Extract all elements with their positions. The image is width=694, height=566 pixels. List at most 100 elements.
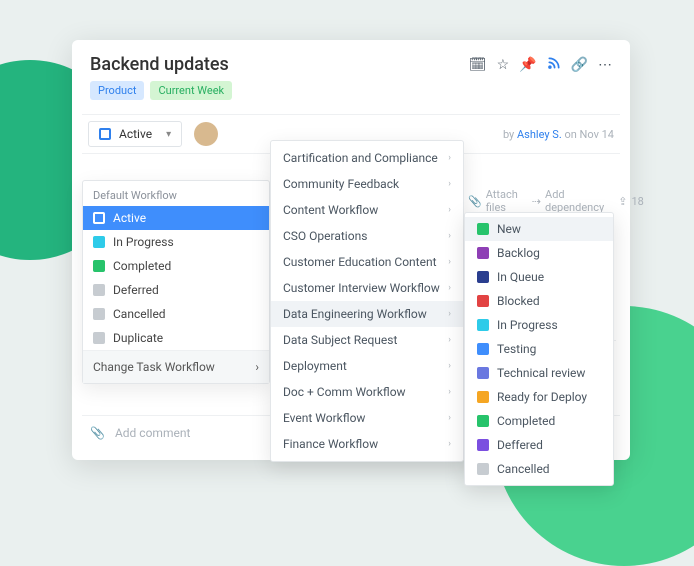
- status-menu-label: New: [497, 222, 521, 236]
- chevron-right-icon: ›: [448, 205, 451, 215]
- workflow-menu-item[interactable]: Finance Workflow ›: [271, 431, 463, 457]
- status-menu-label: Blocked: [497, 294, 540, 308]
- workflow-menu-item[interactable]: Cartification and Compliance›: [271, 145, 463, 171]
- status-swatch-icon: [477, 439, 489, 451]
- status-menu-item[interactable]: Completed: [465, 409, 613, 433]
- status-menu-item[interactable]: In Queue: [465, 265, 613, 289]
- workflow-status-item[interactable]: Completed: [83, 254, 269, 278]
- status-menu-item[interactable]: In Progress: [465, 313, 613, 337]
- chevron-right-icon: ›: [448, 439, 451, 449]
- status-swatch-icon: [93, 284, 105, 296]
- rss-icon[interactable]: [547, 56, 561, 73]
- workflow-menu-item[interactable]: Deployment ›: [271, 353, 463, 379]
- page-title: Backend updates: [90, 54, 229, 75]
- status-menu-label: Technical review: [497, 366, 585, 380]
- paperclip-icon[interactable]: 📎: [90, 426, 105, 440]
- more-icon[interactable]: ⋯: [598, 58, 612, 72]
- status-menu-item[interactable]: Deffered: [465, 433, 613, 457]
- chevron-right-icon: ›: [448, 179, 451, 189]
- comment-input[interactable]: Add comment: [115, 426, 190, 440]
- status-swatch-icon: [93, 260, 105, 272]
- chevron-right-icon: ›: [448, 153, 451, 163]
- chevron-down-icon: ▾: [166, 129, 171, 140]
- status-menu-label: Testing: [497, 342, 536, 356]
- status-swatch-icon: [93, 332, 105, 344]
- status-menu-label: Cancelled: [497, 462, 550, 476]
- workflow-menu-label: Data Subject Request: [283, 333, 397, 347]
- workflow-menu-label: Customer Interview Workflow: [283, 281, 440, 295]
- add-dependency-button[interactable]: ⇢ Add dependency: [532, 188, 604, 214]
- paperclip-icon: 📎: [468, 195, 482, 208]
- status-menu-item[interactable]: Cancelled: [465, 457, 613, 481]
- status-item-label: Active: [113, 211, 146, 225]
- workflow-status-item[interactable]: Duplicate: [83, 326, 269, 350]
- workflow-menu-label: Deployment: [283, 359, 347, 373]
- workflow-menu-item[interactable]: Doc + Comm Workflow›: [271, 379, 463, 405]
- workflow-status-panel: Default Workflow Active In Progress Comple…: [82, 180, 270, 384]
- tag-current-week[interactable]: Current Week: [150, 81, 232, 100]
- status-swatch-icon: [477, 319, 489, 331]
- workflow-menu-item[interactable]: Customer Interview Workflow›: [271, 275, 463, 301]
- workflow-menu-item[interactable]: CSO Operations›: [271, 223, 463, 249]
- workflow-menu-label: Finance Workflow: [283, 437, 378, 451]
- status-swatch-icon: [477, 367, 489, 379]
- workflow-status-item[interactable]: In Progress: [83, 230, 269, 254]
- status-swatch-icon: [477, 247, 489, 259]
- status-menu-item[interactable]: New: [465, 217, 613, 241]
- workflow-status-item[interactable]: Active: [83, 206, 269, 230]
- change-workflow-button[interactable]: Change Task Workflow ›: [83, 350, 269, 383]
- status-swatch-icon: [477, 343, 489, 355]
- share-button[interactable]: ⇪ 18: [618, 195, 644, 208]
- status-menu-label: Completed: [497, 414, 555, 428]
- status-swatch-icon: [93, 212, 105, 224]
- attach-files-button[interactable]: 📎 Attach files: [468, 188, 518, 214]
- chevron-right-icon: ›: [448, 231, 451, 241]
- dependency-label: Add dependency: [545, 188, 604, 214]
- task-tools: 📎 Attach files ⇢ Add dependency ⇪ 18: [468, 188, 616, 214]
- workflow-menu-item[interactable]: Customer Education Content›: [271, 249, 463, 275]
- star-icon[interactable]: ☆: [497, 58, 510, 72]
- workflow-menu-label: Community Feedback: [283, 177, 399, 191]
- share-icon: ⇪: [618, 195, 627, 208]
- chevron-right-icon: ›: [448, 361, 451, 371]
- calendar-icon[interactable]: 🗓: [469, 58, 487, 72]
- tag-product[interactable]: Product: [90, 81, 144, 100]
- status-menu-item[interactable]: Backlog: [465, 241, 613, 265]
- workflow-menu-item[interactable]: Data Engineering Workflow ›: [271, 301, 463, 327]
- share-count: 18: [631, 195, 643, 208]
- byline: by Ashley S. on Nov 14: [503, 128, 614, 141]
- status-menu-label: Deffered: [497, 438, 543, 452]
- status-menu-item[interactable]: Testing: [465, 337, 613, 361]
- chevron-right-icon: ›: [448, 335, 451, 345]
- chevron-right-icon: ›: [448, 387, 451, 397]
- workflow-menu-label: Data Engineering Workflow: [283, 307, 427, 321]
- chevron-right-icon: ›: [448, 413, 451, 423]
- status-item-label: Cancelled: [113, 307, 166, 321]
- byline-author[interactable]: Ashley S.: [517, 128, 562, 141]
- workflow-menu-item[interactable]: Community Feedback ›: [271, 171, 463, 197]
- workflow-menu-item[interactable]: Content Workflow›: [271, 197, 463, 223]
- status-swatch-icon: [99, 128, 111, 140]
- status-menu-item[interactable]: Blocked: [465, 289, 613, 313]
- workflow-heading: Default Workflow: [83, 181, 269, 206]
- link-icon[interactable]: 🔗: [571, 58, 588, 72]
- status-swatch-icon: [477, 223, 489, 235]
- status-item-label: In Progress: [113, 235, 174, 249]
- header-actions: 🗓 ☆ 📌 🔗 ⋯: [469, 56, 612, 73]
- status-item-label: Duplicate: [113, 331, 163, 345]
- pin-icon[interactable]: 📌: [519, 58, 536, 72]
- status-menu-label: Ready for Deploy: [497, 390, 587, 404]
- workflow-status-item[interactable]: Deferred: [83, 278, 269, 302]
- author-avatar[interactable]: [194, 122, 218, 146]
- byline-prefix: by: [503, 128, 517, 141]
- status-menu-label: In Queue: [497, 270, 544, 284]
- workflow-status-item[interactable]: Cancelled: [83, 302, 269, 326]
- status-dropdown[interactable]: Active ▾: [88, 121, 182, 147]
- status-swatch-icon: [477, 415, 489, 427]
- chevron-right-icon: ›: [448, 309, 451, 319]
- workflow-menu-item[interactable]: Data Subject Request ›: [271, 327, 463, 353]
- status-menu-item[interactable]: Technical review: [465, 361, 613, 385]
- attach-label: Attach files: [486, 188, 518, 214]
- status-menu-item[interactable]: Ready for Deploy: [465, 385, 613, 409]
- workflow-menu-item[interactable]: Event Workflow›: [271, 405, 463, 431]
